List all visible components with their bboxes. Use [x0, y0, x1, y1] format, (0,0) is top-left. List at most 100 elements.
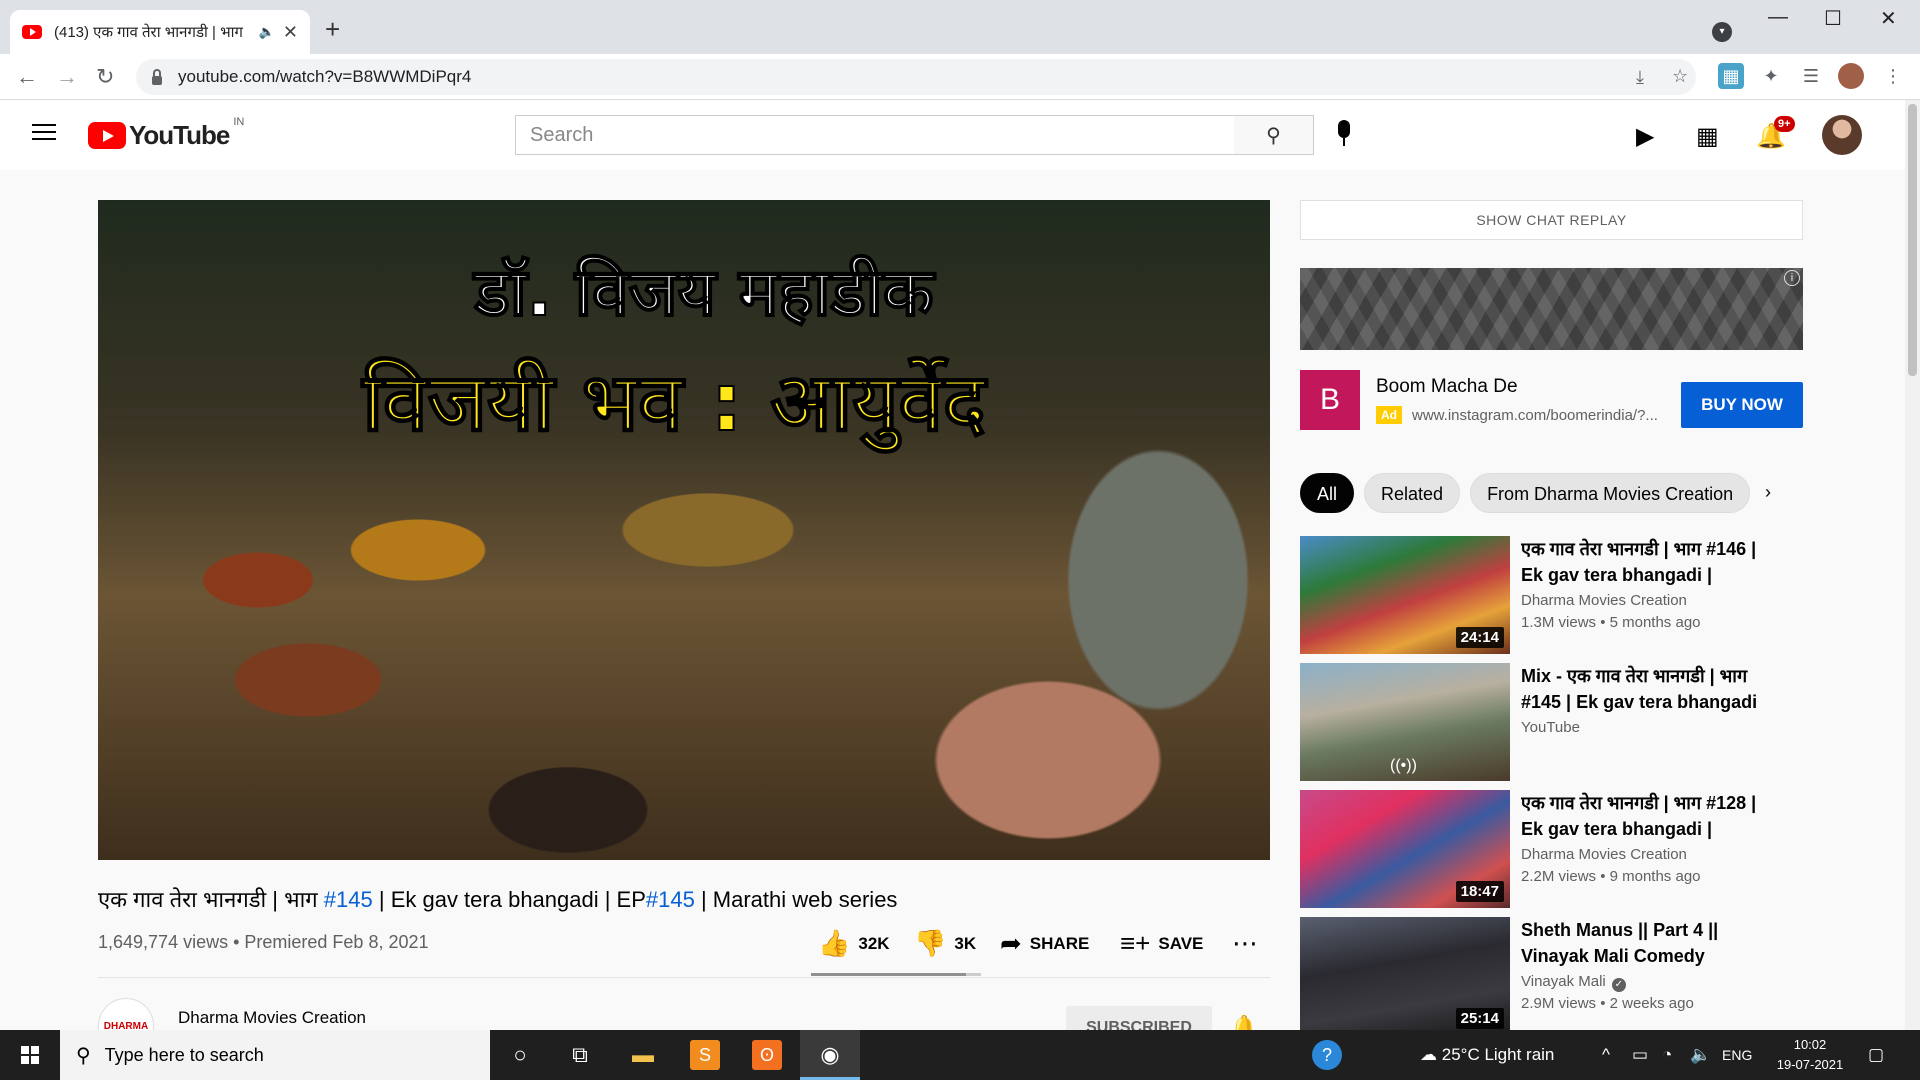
- mix-radio-icon: ((•)): [1390, 757, 1417, 774]
- recommendation-title[interactable]: Mix - एक गाव तेरा भानगडी | भाग #145 | Ek…: [1521, 663, 1781, 715]
- country-code: IN: [233, 115, 245, 128]
- bookmark-star-icon[interactable]: ☆: [1672, 66, 1688, 87]
- sublime-text-icon[interactable]: S: [690, 1040, 720, 1070]
- battery-icon[interactable]: ▭: [1632, 1045, 1648, 1065]
- task-view-icon[interactable]: ⧉: [565, 1040, 595, 1070]
- help-icon[interactable]: ?: [1312, 1040, 1342, 1070]
- account-avatar[interactable]: [1822, 115, 1862, 155]
- ad-info-icon[interactable]: i: [1784, 270, 1800, 286]
- chip-from-channel[interactable]: From Dharma Movies Creation: [1470, 473, 1751, 513]
- file-explorer-icon[interactable]: ▬: [628, 1040, 658, 1070]
- youtube-logo[interactable]: YouTube IN: [88, 116, 244, 151]
- video-player[interactable]: डॉ. विजय महाडीक विजयी भव : आयुर्वेद: [98, 200, 1270, 860]
- clock-time: 10:02: [1793, 1037, 1827, 1052]
- tab-title: (413) एक गाव तेरा भानगडी | भाग: [54, 24, 243, 41]
- recommendation-stats: 2.2M views • 9 months ago: [1521, 868, 1701, 885]
- hashtag-link[interactable]: #145: [646, 887, 695, 912]
- dislike-button[interactable]: 👎 3K: [914, 928, 976, 959]
- like-button[interactable]: 👍 32K: [818, 928, 890, 959]
- language-indicator[interactable]: ENG: [1722, 1047, 1752, 1063]
- address-bar[interactable]: youtube.com/watch?v=B8WWMDiPqr4 ⤓ ☆: [136, 59, 1696, 95]
- title-part: | Marathi web series: [694, 887, 898, 912]
- volume-icon[interactable]: 🔈: [1690, 1045, 1711, 1065]
- more-horizontal-icon: ⋯: [1232, 928, 1258, 958]
- audio-playing-icon[interactable]: 🔈: [259, 24, 275, 40]
- show-chat-replay-button[interactable]: SHOW CHAT REPLAY: [1300, 200, 1803, 240]
- start-button[interactable]: [0, 1030, 60, 1080]
- reading-list-icon[interactable]: ☰: [1798, 63, 1824, 89]
- new-tab-button[interactable]: +: [325, 14, 340, 45]
- scrollbar-thumb[interactable]: [1908, 104, 1917, 376]
- title-part: | Ek gav tera bhangadi | EP: [372, 887, 646, 912]
- youtube-header: YouTube IN Search ⚲ ▶ ▦ 🔔 9+: [0, 100, 1920, 170]
- buy-now-button[interactable]: BUY NOW: [1681, 382, 1803, 428]
- recommendation-channel: Dharma Movies Creation: [1521, 846, 1687, 863]
- xampp-icon[interactable]: ʘ: [752, 1040, 782, 1070]
- weather-widget[interactable]: ☁ 25°C Light rain: [1420, 1045, 1554, 1065]
- ad-banner-image[interactable]: [1300, 268, 1803, 350]
- youtube-favicon-icon: [22, 25, 42, 39]
- tray-overflow-icon[interactable]: ^: [1602, 1045, 1610, 1065]
- create-video-icon[interactable]: ▶: [1636, 122, 1654, 151]
- page-scrollbar[interactable]: [1905, 100, 1920, 1030]
- chevron-right-icon[interactable]: ›: [1765, 482, 1771, 503]
- verified-check-icon: ✓: [1611, 978, 1626, 992]
- advertiser-logo[interactable]: B: [1300, 370, 1360, 430]
- video-thumbnail[interactable]: 24:14: [1300, 536, 1510, 654]
- browser-tab[interactable]: (413) एक गाव तेरा भानगडी | भाग 🔈 ✕: [10, 10, 310, 54]
- chip-related[interactable]: Related: [1364, 473, 1461, 513]
- clock-date: 19-07-2021: [1776, 1057, 1844, 1072]
- weather-text: 25°C Light rain: [1441, 1045, 1555, 1064]
- share-arrow-icon: ➦: [1000, 928, 1022, 958]
- advertiser-name[interactable]: Boom Macha De: [1376, 376, 1518, 398]
- search-placeholder: Search: [530, 123, 594, 146]
- extension-icon[interactable]: ▦: [1718, 63, 1744, 89]
- recommendation-title[interactable]: एक गाव तेरा भानगडी | भाग #146 | Ek gav t…: [1521, 536, 1781, 588]
- minimize-icon[interactable]: —: [1768, 6, 1788, 29]
- search-button[interactable]: ⚲: [1234, 115, 1314, 155]
- profile-avatar-icon[interactable]: [1838, 63, 1864, 89]
- maximize-icon[interactable]: ☐: [1824, 6, 1842, 31]
- logo-text: YouTube: [129, 120, 230, 150]
- tab-search-icon[interactable]: ▾: [1712, 22, 1732, 42]
- hashtag-link[interactable]: #145: [324, 887, 373, 912]
- save-button[interactable]: ≡+ SAVE: [1120, 928, 1203, 959]
- cortana-icon[interactable]: ○: [505, 1040, 535, 1070]
- recommendation-title[interactable]: एक गाव तेरा भानगडी | भाग #128 | Ek gav t…: [1521, 790, 1781, 842]
- apps-grid-icon[interactable]: ▦: [1696, 122, 1719, 151]
- video-thumbnail[interactable]: 18:47: [1300, 790, 1510, 908]
- search-input[interactable]: Search: [515, 115, 1235, 155]
- recommendation-item[interactable]: ((•)) Mix - एक गाव तेरा भानगडी | भाग #14…: [1300, 663, 1803, 781]
- chip-all[interactable]: All: [1300, 473, 1355, 513]
- voice-search-icon[interactable]: [1336, 120, 1352, 148]
- back-icon[interactable]: ←: [16, 64, 38, 90]
- recommendation-item[interactable]: 18:47 एक गाव तेरा भानगडी | भाग #128 | Ek…: [1300, 790, 1803, 908]
- browser-menu-icon[interactable]: ⋮: [1880, 63, 1906, 89]
- recommendation-item[interactable]: 25:14 Sheth Manus || Part 4 || Vinayak M…: [1300, 917, 1803, 1035]
- notification-center-icon[interactable]: ▢: [1868, 1045, 1884, 1065]
- recommendation-title[interactable]: Sheth Manus || Part 4 || Vinayak Mali Co…: [1521, 917, 1781, 969]
- reload-icon[interactable]: ↻: [96, 64, 114, 90]
- recommendation-channel: Vinayak Mali ✓: [1521, 973, 1626, 992]
- share-button[interactable]: ➦ SHARE: [1000, 928, 1089, 959]
- close-window-icon[interactable]: ✕: [1880, 6, 1897, 31]
- ad-url[interactable]: www.instagram.com/boomerindia/?...: [1412, 407, 1672, 424]
- ad-row: B Boom Macha De Ad www.instagram.com/boo…: [1300, 370, 1803, 432]
- wifi-icon[interactable]: ◔: [1662, 1045, 1672, 1065]
- windows-logo-icon: [21, 1046, 39, 1064]
- taskbar-search-input[interactable]: ⚲ Type here to search: [60, 1030, 490, 1080]
- close-tab-icon[interactable]: ✕: [283, 22, 298, 43]
- extensions-puzzle-icon[interactable]: ✦: [1758, 63, 1784, 89]
- recommendation-item[interactable]: 24:14 एक गाव तेरा भानगडी | भाग #146 | Ek…: [1300, 536, 1803, 654]
- mix-thumbnail[interactable]: ((•)): [1300, 663, 1510, 781]
- video-overlay-line2: विजयी भव : आयुर्वेद: [361, 355, 986, 450]
- more-actions-button[interactable]: ⋯: [1232, 928, 1266, 959]
- chrome-taskbar-button[interactable]: ◉: [800, 1030, 860, 1080]
- forward-icon[interactable]: →: [56, 64, 78, 90]
- install-app-icon[interactable]: ⤓: [1636, 67, 1644, 88]
- divider: [98, 977, 1270, 978]
- channel-name[interactable]: Dharma Movies Creation: [178, 1008, 366, 1028]
- clock[interactable]: 10:02 19-07-2021: [1770, 1035, 1850, 1075]
- video-thumbnail[interactable]: 25:14: [1300, 917, 1510, 1035]
- hamburger-menu-icon[interactable]: [32, 124, 56, 145]
